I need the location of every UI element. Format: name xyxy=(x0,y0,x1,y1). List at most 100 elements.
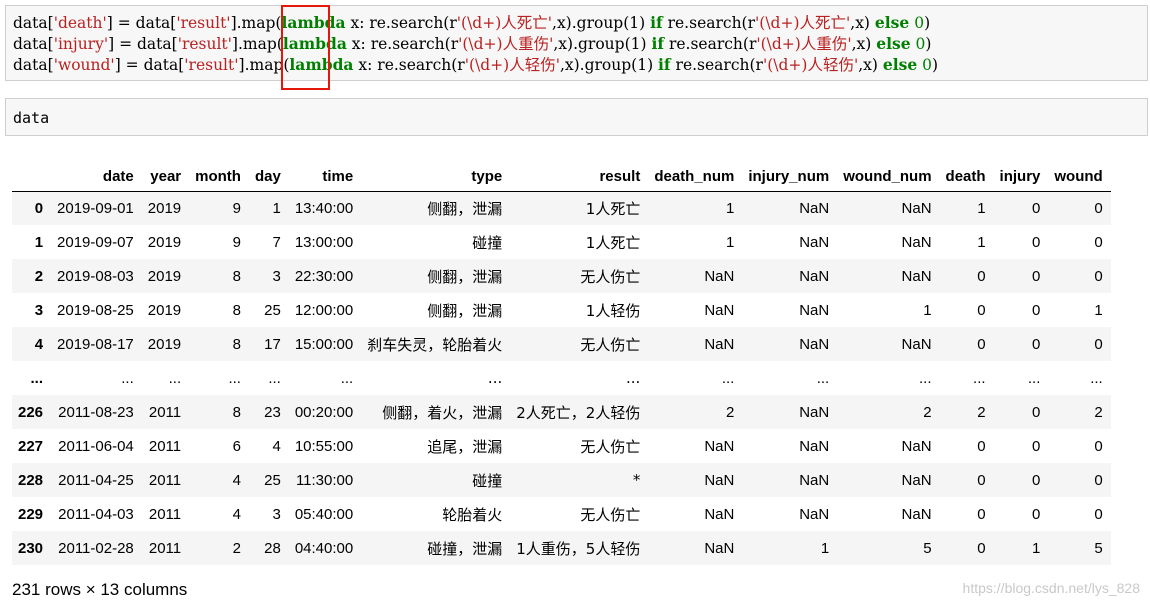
column-header: type xyxy=(361,157,511,192)
code-token: if xyxy=(658,55,671,74)
table-cell: NaN xyxy=(704,267,735,285)
table-cell: 侧翻，泄漏 xyxy=(427,267,503,286)
code-cell[interactable]: data['death'] = data['result'].map(lambd… xyxy=(5,5,1148,81)
code-token: '(\d+)人轻伤' xyxy=(762,56,859,74)
code-token: data[ xyxy=(13,14,54,32)
code-token: ,x).group(1) xyxy=(559,56,659,74)
table-cell: 4 xyxy=(232,471,241,489)
table-cell: 0 xyxy=(977,437,986,455)
code-token: 'result' xyxy=(176,14,231,32)
table-cell: ... xyxy=(340,369,354,387)
table-cell: 1 xyxy=(1094,301,1103,319)
table-cell: 28 xyxy=(264,539,281,557)
row-index: 228 xyxy=(18,471,44,489)
table-cell: 1人死亡 xyxy=(585,233,641,252)
code-token: '(\d+)人重伤' xyxy=(458,35,554,53)
table-header-row: date year month day time type result death_num i… xyxy=(12,157,1111,192)
code-token: ) xyxy=(932,56,939,74)
code-token: ,x) xyxy=(850,14,875,32)
code-token: ) xyxy=(925,35,932,53)
table-cell: 10:55:00 xyxy=(294,437,354,455)
column-header: year xyxy=(141,157,190,192)
code-token: data[ xyxy=(13,35,54,53)
table-cell: NaN xyxy=(799,505,830,523)
table-cell: 2019 xyxy=(147,301,182,319)
table-cell: 17 xyxy=(264,335,281,353)
table-cell: NaN xyxy=(704,539,735,557)
table-cell: 4 xyxy=(232,505,241,523)
code-token: 'result' xyxy=(177,35,232,53)
table-cell: 0 xyxy=(1032,505,1041,523)
column-header: time xyxy=(288,157,362,192)
code-token: if xyxy=(650,13,663,32)
table-row: 0 2019-09-01 2019 9 1 13:40:00 侧翻，泄漏 1人死亡 1 NaN Na… xyxy=(12,191,1111,225)
code-token: 'result' xyxy=(184,56,239,74)
table-cell: ... xyxy=(268,369,281,387)
table-cell: 0 xyxy=(977,539,986,557)
table-cell: NaN xyxy=(704,471,735,489)
table-cell: 1 xyxy=(726,199,735,217)
code-line: data['wound'] = data['result'].map(lambd… xyxy=(13,54,938,75)
table-cell: 0 xyxy=(1094,233,1103,251)
input-cell[interactable]: data xyxy=(5,98,1148,136)
table-cell: 2011 xyxy=(148,403,182,421)
code-token: ) xyxy=(924,14,931,32)
table-cell: 13:00:00 xyxy=(294,233,354,251)
table-cell: 2019-08-17 xyxy=(57,335,134,353)
column-header: wound xyxy=(1048,157,1111,192)
table-cell: 碰撞，泄漏 xyxy=(427,539,503,558)
table-row: 226 2011-08-23 2011 8 23 00:20:00 侧翻，着火，泄漏 2人死亡… xyxy=(12,395,1111,429)
table-cell: 22:30:00 xyxy=(294,267,354,285)
table-cell: 侧翻，泄漏 xyxy=(427,199,503,218)
table-cell: 无人伤亡 xyxy=(580,437,641,456)
row-index: 229 xyxy=(18,505,44,523)
table-body: 0 2019-09-01 2019 9 1 13:40:00 侧翻，泄漏 1人死亡 1 NaN Na… xyxy=(12,191,1111,565)
code-token: x: re.search(r xyxy=(346,35,459,53)
code-token: '(\d+)人死亡' xyxy=(456,14,553,32)
table-cell: 2011-02-28 xyxy=(58,539,134,557)
table-cell: 0 xyxy=(1094,335,1103,353)
input-cell-text: data xyxy=(13,109,50,127)
code-token: else xyxy=(876,34,911,53)
table-cell: 0 xyxy=(977,301,986,319)
table-cell: 4 xyxy=(272,437,281,455)
table-cell: 0 xyxy=(1094,505,1103,523)
table-row: 229 2011-04-03 2011 4 3 05:40:00 轮胎着火 无人伤亡 NaN Na… xyxy=(12,497,1111,531)
table-cell: NaN xyxy=(799,199,830,217)
table-cell: 1 xyxy=(977,233,986,251)
code-token: ,x) xyxy=(851,35,877,53)
table-cell: 23 xyxy=(264,403,281,421)
code-token: ] = data[ xyxy=(114,56,185,74)
table-cell: NaN xyxy=(799,233,830,251)
row-index: 226 xyxy=(18,403,44,421)
table-cell: 5 xyxy=(923,539,932,557)
table-cell: 0 xyxy=(1032,199,1041,217)
table-cell: ... xyxy=(626,369,641,387)
column-header: injury xyxy=(993,157,1049,192)
code-token: '(\d+)人重伤' xyxy=(756,35,852,53)
table-cell: 8 xyxy=(232,301,241,319)
row-index: 1 xyxy=(34,233,44,251)
column-header: day xyxy=(248,157,289,192)
code-token: x: re.search(r xyxy=(345,14,457,32)
code-token: ].map( xyxy=(230,14,282,32)
table-cell: 0 xyxy=(977,335,986,353)
table-cell: 9 xyxy=(232,199,241,217)
code-token: 'injury' xyxy=(53,35,109,53)
table-cell: 1人死亡 xyxy=(585,199,641,218)
code-token: else xyxy=(882,55,918,74)
table-cell: NaN xyxy=(901,267,932,285)
table-cell: 无人伤亡 xyxy=(580,505,641,524)
row-index: 227 xyxy=(18,437,44,455)
table-cell: NaN xyxy=(901,233,932,251)
table-cell: 2019 xyxy=(147,267,182,285)
row-index: 230 xyxy=(18,539,44,557)
table-cell: 2011 xyxy=(148,437,182,455)
table-cell: 1 xyxy=(272,199,281,217)
code-token: '(\d+)人死亡' xyxy=(755,14,851,32)
table-cell: 0 xyxy=(1094,267,1103,285)
code-token: 'death' xyxy=(53,14,107,32)
code-token: re.search(r xyxy=(670,56,763,74)
table-cell: 2019-08-03 xyxy=(57,267,134,285)
table-cell: 05:40:00 xyxy=(294,505,354,523)
